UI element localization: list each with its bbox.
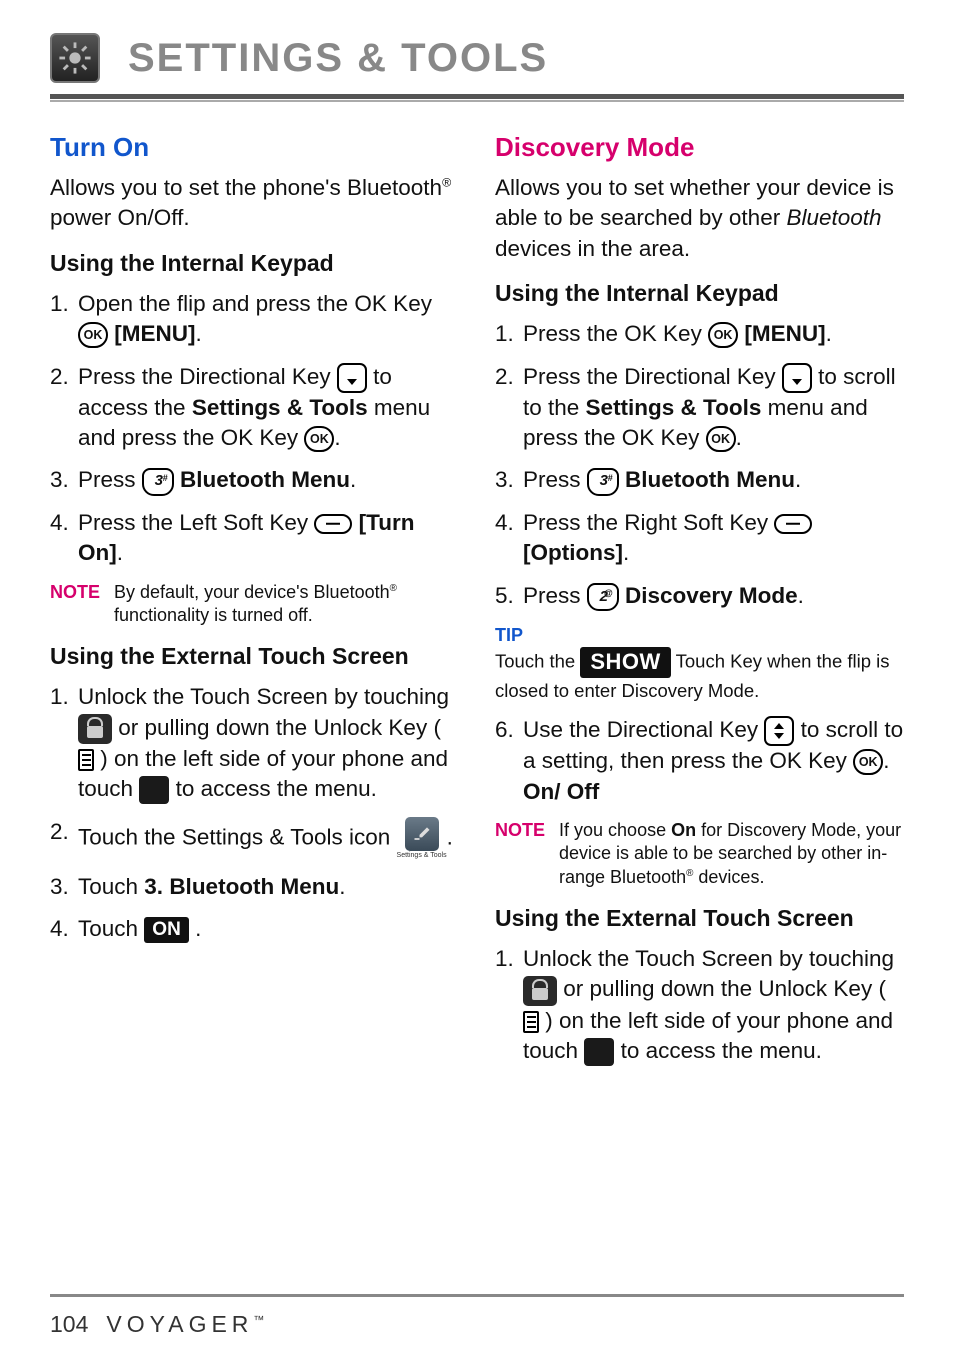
registered-mark: ® bbox=[442, 176, 451, 190]
step-3: Touch 3. Bluetooth Menu. bbox=[50, 872, 459, 902]
note-body: By default, your device's Bluetooth® fun… bbox=[114, 581, 459, 628]
lock-icon bbox=[78, 714, 112, 744]
note-label: NOTE bbox=[495, 819, 545, 889]
intro-text: Allows you to set whether your device is… bbox=[495, 173, 904, 264]
page-title: SETTINGS & TOOLS bbox=[128, 36, 548, 81]
subhead-external-touch: Using the External Touch Screen bbox=[50, 641, 459, 672]
settings-tools-caption: Settings & Tools bbox=[397, 851, 447, 860]
unlock-side-key-icon bbox=[78, 749, 94, 771]
ok-key-icon: OK bbox=[304, 426, 334, 452]
section-title-discovery: Discovery Mode bbox=[495, 130, 904, 165]
page-number: 104 bbox=[50, 1311, 88, 1338]
content-columns: Turn On Allows you to set the phone's Bl… bbox=[50, 130, 904, 1078]
step-1: Press the OK Key OK [MENU]. bbox=[495, 319, 904, 349]
right-column: Discovery Mode Allows you to set whether… bbox=[495, 130, 904, 1078]
show-touch-key: SHOW bbox=[580, 647, 670, 678]
ok-key-icon: OK bbox=[853, 749, 883, 775]
steps-internal: Open the flip and press the OK Key OK [M… bbox=[50, 289, 459, 569]
step-4: Press the Right Soft Key [Options]. bbox=[495, 508, 904, 569]
intro-text: Allows you to set the phone's Bluetooth®… bbox=[50, 173, 459, 234]
menu-grid-icon bbox=[139, 776, 169, 804]
note-label: NOTE bbox=[50, 581, 100, 628]
key-3-icon: 3# bbox=[142, 468, 174, 496]
page-header: SETTINGS & TOOLS bbox=[50, 30, 904, 86]
lock-icon bbox=[523, 976, 557, 1006]
menu-grid-icon bbox=[584, 1038, 614, 1066]
step-5: Press 2@ Discovery Mode. bbox=[495, 581, 904, 611]
registered-mark: ® bbox=[390, 583, 397, 594]
subhead-external-touch: Using the External Touch Screen bbox=[495, 903, 904, 934]
subhead-internal-keypad: Using the Internal Keypad bbox=[50, 248, 459, 279]
steps-internal-cont: Use the Directional Key to scroll to a s… bbox=[495, 715, 904, 807]
key-3-icon: 3# bbox=[587, 468, 619, 496]
step-1: Unlock the Touch Screen by touching or p… bbox=[495, 944, 904, 1066]
note: NOTE By default, your device's Bluetooth… bbox=[50, 581, 459, 628]
tip-body: Touch the SHOW Touch Key when the flip i… bbox=[495, 647, 904, 705]
step-2: Touch the Settings & Tools icon Settings… bbox=[50, 817, 459, 860]
unlock-side-key-icon bbox=[523, 1011, 539, 1033]
directional-updown-icon bbox=[764, 716, 794, 746]
steps-external: Unlock the Touch Screen by touching or p… bbox=[495, 944, 904, 1066]
step-1: Open the flip and press the OK Key OK [M… bbox=[50, 289, 459, 350]
key-2-icon: 2@ bbox=[587, 583, 619, 611]
divider bbox=[50, 94, 904, 99]
step-2: Press the Directional Key to scroll to t… bbox=[495, 362, 904, 454]
section-title-turn-on: Turn On bbox=[50, 130, 459, 165]
settings-tools-app-icon bbox=[405, 817, 439, 851]
directional-down-icon bbox=[782, 363, 812, 393]
brand-mark: VOYAGER™ bbox=[106, 1311, 264, 1338]
divider bbox=[50, 100, 904, 102]
step-1: Unlock the Touch Screen by touching or p… bbox=[50, 682, 459, 804]
ok-key-icon: OK bbox=[706, 426, 736, 452]
on-touch-key: ON bbox=[144, 917, 189, 943]
steps-internal: Press the OK Key OK [MENU]. Press the Di… bbox=[495, 319, 904, 611]
left-column: Turn On Allows you to set the phone's Bl… bbox=[50, 130, 459, 1078]
steps-external: Unlock the Touch Screen by touching or p… bbox=[50, 682, 459, 944]
step-4: Press the Left Soft Key [Turn On]. bbox=[50, 508, 459, 569]
tip-label: TIP bbox=[495, 623, 904, 647]
page-footer: 104 VOYAGER™ bbox=[50, 1294, 904, 1338]
settings-icon bbox=[50, 33, 100, 83]
directional-down-icon bbox=[337, 363, 367, 393]
ok-key-icon: OK bbox=[708, 322, 738, 348]
step-6: Use the Directional Key to scroll to a s… bbox=[495, 715, 904, 807]
right-soft-key-icon bbox=[774, 514, 812, 534]
step-2: Press the Directional Key to access the … bbox=[50, 362, 459, 454]
subhead-internal-keypad: Using the Internal Keypad bbox=[495, 278, 904, 309]
left-soft-key-icon bbox=[314, 514, 352, 534]
note-body: If you choose On for Discovery Mode, you… bbox=[559, 819, 904, 889]
step-4: Touch ON . bbox=[50, 914, 459, 944]
step-3: Press 3# Bluetooth Menu. bbox=[50, 465, 459, 495]
ok-key-icon: OK bbox=[78, 322, 108, 348]
note: NOTE If you choose On for Discovery Mode… bbox=[495, 819, 904, 889]
step-3: Press 3# Bluetooth Menu. bbox=[495, 465, 904, 495]
